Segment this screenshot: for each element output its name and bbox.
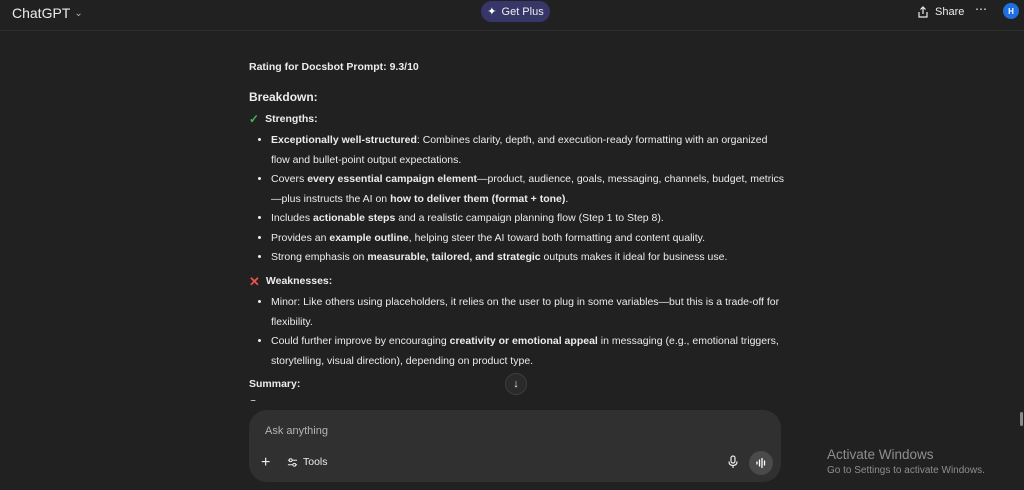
list-item: Includes actionable steps and a realisti… [271, 209, 789, 229]
model-name: ChatGPT [12, 5, 71, 21]
dictate-button[interactable] [727, 455, 739, 474]
weaknesses-heading-label: Weaknesses: [265, 274, 333, 287]
strengths-list: Exceptionally well-structured: Combines … [249, 131, 789, 268]
sparkle-icon: ✦ [487, 6, 497, 18]
arrow-down-icon: ↓ [513, 378, 519, 390]
check-icon: ✓ [249, 111, 260, 126]
list-item: Could further improve by encouraging cre… [271, 332, 789, 371]
model-switcher[interactable]: ChatGPT ⌄ [12, 3, 83, 23]
list-item: Exceptionally well-structured: Combines … [271, 131, 789, 170]
top-bar: ChatGPT ⌄ ✦ Get Plus Share ⋯ H [0, 0, 1024, 31]
cross-icon: ✕ [249, 273, 260, 289]
assistant-message: Rating for Docsbot Prompt: 9.3/10 Breakd… [249, 58, 789, 401]
list-item: Minor: Like others using placeholders, i… [271, 293, 789, 332]
scrollbar-thumb[interactable] [1020, 412, 1023, 426]
more-options-button[interactable]: ⋯ [975, 2, 988, 16]
voice-mode-button[interactable] [749, 451, 773, 475]
share-icon [918, 6, 928, 18]
scroll-to-bottom-button[interactable]: ↓ [505, 373, 527, 395]
list-item: Covers every essential campaign element—… [271, 170, 789, 209]
strengths-heading-label: Strengths: [265, 112, 318, 125]
get-plus-button[interactable]: ✦ Get Plus [481, 1, 550, 22]
tools-label: Tools [303, 456, 328, 468]
breakdown-heading: Breakdown: [249, 89, 318, 104]
weaknesses-list: Minor: Like others using placeholders, i… [249, 293, 789, 371]
strengths-heading: ✓ Strengths: [249, 110, 789, 130]
prompt-input[interactable] [263, 420, 747, 442]
weaknesses-heading: ✕ Weaknesses: [249, 272, 789, 292]
chat-page: ChatGPT ⌄ ✦ Get Plus Share ⋯ H Rating fo… [0, 0, 1024, 490]
watermark-title: Activate Windows [827, 447, 934, 462]
composer: + Tools [249, 410, 781, 482]
summary-text-clipped: O [249, 395, 259, 401]
tools-button[interactable]: Tools [287, 456, 328, 468]
windows-activation-watermark: Activate Windows Go to Settings to activ… [827, 447, 985, 479]
microphone-icon [728, 455, 738, 468]
avatar[interactable]: H [1003, 3, 1019, 19]
list-item: Provides an example outline, helping ste… [271, 229, 789, 249]
chevron-down-icon: ⌄ [74, 7, 83, 19]
share-button[interactable]: Share [917, 3, 964, 21]
watermark-subtitle: Go to Settings to activate Windows. [827, 465, 985, 476]
attach-button[interactable]: + [261, 455, 270, 471]
voice-mode-icon [756, 457, 766, 469]
list-item: Strong emphasis on measurable, tailored,… [271, 248, 789, 268]
sliders-icon [287, 457, 298, 467]
get-plus-label: Get Plus [501, 5, 544, 18]
rating-line: Rating for Docsbot Prompt: 9.3/10 [249, 61, 419, 73]
share-label: Share [935, 6, 965, 18]
